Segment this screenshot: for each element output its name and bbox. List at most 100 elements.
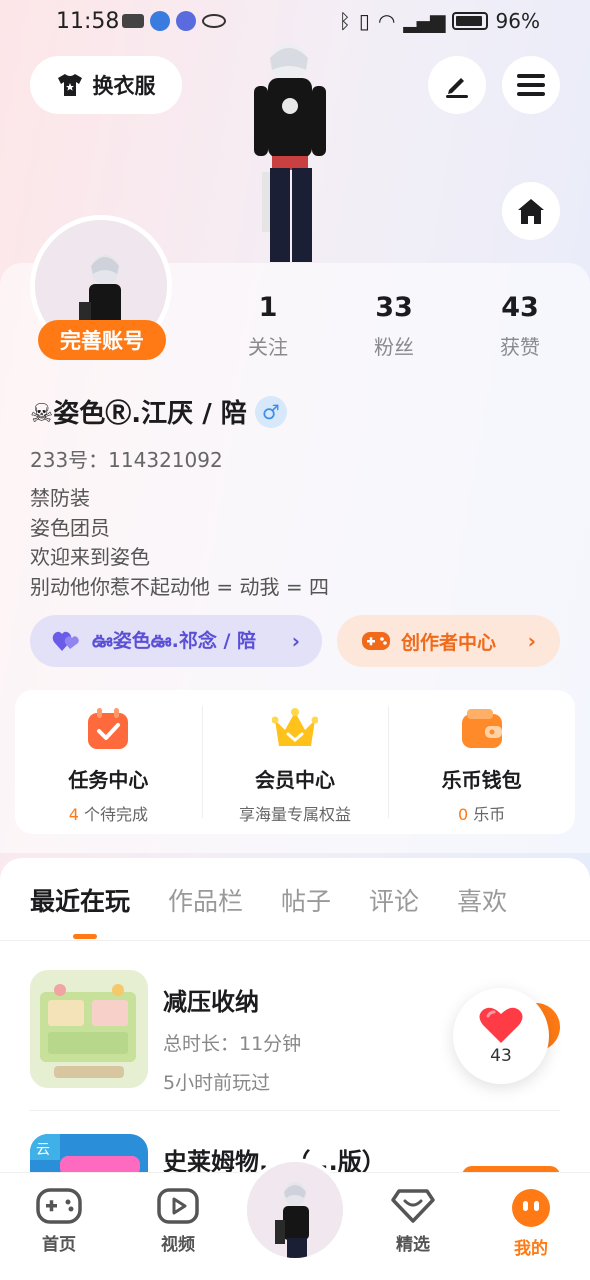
user-id: 233号：114321092 (30, 448, 223, 472)
stat-following[interactable]: 1 关注 (218, 292, 318, 360)
nav-avatar[interactable] (243, 1158, 347, 1262)
hamburger-icon (517, 74, 545, 96)
game-thumbnail (30, 970, 148, 1088)
edit-button[interactable] (428, 56, 486, 114)
vibrate-icon: ▯ (358, 9, 370, 33)
tab-likes[interactable]: 喜欢 (457, 882, 507, 918)
change-outfit-label: 换衣服 (92, 74, 156, 98)
task-center-sub: 4 个待完成 (69, 801, 148, 825)
coin-wallet-title: 乐币钱包 (441, 768, 522, 792)
divider (30, 1110, 560, 1111)
game-info: 减压收纳 总时长：11分钟 5小时前玩过 (163, 982, 301, 1095)
wallet-icon (461, 709, 502, 748)
music-icon (176, 11, 196, 31)
vip-text: 享海量专属权益 (239, 805, 352, 824)
wifi-icon: ◠ (377, 9, 396, 33)
chevron-right-icon: › (527, 629, 536, 653)
task-pending-count: 4 (68, 805, 79, 824)
creator-center-label: 创作者中心 (401, 631, 497, 654)
game-duration: 总时长：11分钟 (163, 1033, 302, 1055)
nav-featured-label: 精选 (396, 1235, 430, 1255)
male-icon: ♂ (254, 395, 287, 428)
task-center-title: 任务中心 (68, 768, 149, 792)
pen-icon (446, 78, 468, 98)
video-icon (122, 14, 144, 28)
svg-text:云: 云 (36, 1142, 50, 1158)
game-thumbnail: 云 (30, 1134, 148, 1174)
creator-center-chip[interactable]: 创作者中心 › (337, 615, 560, 667)
feature-panel: 任务中心 4 个待完成 会员中心 享海量专属权益 乐币钱包 0 乐币 (15, 690, 575, 834)
game-thumbnail-image: 云 (30, 1134, 148, 1174)
tab-posts[interactable]: 帖子 (281, 882, 331, 918)
bio: 禁防装 姿色团员 欢迎来到姿色 别动他你惹不起动他 = 动我 = 四 (30, 484, 329, 602)
nav-home[interactable]: 首页 (19, 1188, 99, 1255)
nav-me-label: 我的 (514, 1239, 548, 1259)
complete-account-badge[interactable]: 完善账号 (38, 320, 166, 360)
game-last-played: 5小时前玩过 (163, 1072, 271, 1094)
nickname-text: ☠姿色Ⓡ.江厌 / 陪 (30, 399, 247, 429)
vip-center-sub: 享海量专属权益 (239, 801, 351, 825)
stat-followers-value: 33 (375, 292, 413, 323)
nav-video[interactable]: 视频 (138, 1188, 218, 1255)
like-count: 43 (490, 1046, 512, 1066)
bio-line: 别动他你惹不起动他 = 动我 = 四 (30, 574, 329, 599)
battery-icon (451, 12, 488, 30)
tshirt-icon (57, 74, 82, 96)
coin-wallet[interactable]: 乐币钱包 0 乐币 (388, 690, 575, 834)
eye-icon (202, 14, 226, 28)
status-right: ᛒ ▯ ◠ ▂▄▆ 96% (339, 9, 540, 33)
face-icon (512, 1189, 550, 1227)
gamepad-icon (362, 632, 390, 650)
menu-button[interactable] (502, 56, 560, 114)
stat-followers[interactable]: 33 粉丝 (344, 292, 444, 360)
stat-likes[interactable]: 43 获赞 (470, 292, 570, 360)
bio-line: 欢迎来到姿色 (30, 545, 150, 569)
tab-works[interactable]: 作品栏 (168, 882, 243, 918)
task-pending-text: 个待完成 (78, 805, 148, 824)
play-icon (157, 1188, 199, 1224)
gamepad-icon (36, 1188, 82, 1224)
coin-unit: 乐币 (468, 805, 506, 824)
guild-chip[interactable]: ఊ姿色ఊ.祁念 / 陪 › (30, 615, 322, 667)
game-title: 减压收纳 (163, 988, 259, 1016)
avatar-image (247, 1162, 343, 1258)
stat-following-label: 关注 (248, 335, 288, 359)
bluetooth-icon: ᛒ (338, 9, 351, 33)
bio-line: 姿色团员 (30, 515, 110, 540)
nav-me[interactable]: 我的 (491, 1188, 571, 1259)
calendar-check-icon (88, 708, 129, 749)
chevron-right-icon: › (291, 629, 300, 653)
tab-comments[interactable]: 评论 (369, 882, 419, 918)
home-button[interactable] (502, 182, 560, 240)
app-icon (150, 11, 170, 31)
tab-recently-played[interactable]: 最近在玩 (30, 882, 130, 918)
stat-likes-value: 43 (501, 292, 539, 323)
status-bar: 11:58 ᛒ ▯ ◠ ▂▄▆ 96% (0, 0, 590, 44)
nav-video-label: 视频 (161, 1235, 195, 1255)
bio-line: 禁防装 (30, 486, 90, 510)
tab-active-indicator (73, 934, 97, 939)
nav-featured[interactable]: 精选 (373, 1188, 453, 1255)
guild-label: ఊ姿色ఊ.祁念 / 陪 (92, 629, 256, 652)
task-center[interactable]: 任务中心 4 个待完成 (15, 690, 202, 834)
stat-likes-label: 获赞 (500, 335, 540, 359)
vip-center-title: 会员中心 (255, 768, 335, 792)
house-icon (518, 199, 544, 224)
profile-tabs: 最近在玩 作品栏 帖子 评论 喜欢 (30, 882, 507, 918)
stat-followers-label: 粉丝 (374, 335, 414, 359)
crown-icon (272, 708, 318, 746)
stat-following-value: 1 (258, 292, 278, 323)
status-time: 11:58 (56, 9, 120, 34)
battery-percent: 96% (495, 9, 540, 33)
signal-icon: ▂▄▆ (403, 9, 445, 33)
vip-center[interactable]: 会员中心 享海量专属权益 (201, 690, 389, 834)
status-notification-icons (122, 11, 226, 31)
game-thumbnail-image (30, 970, 148, 1088)
nav-home-label: 首页 (42, 1235, 76, 1255)
change-outfit-button[interactable]: 换衣服 (30, 56, 182, 114)
avatar-figure[interactable] (232, 44, 342, 264)
like-floating-button[interactable]: 43 (453, 988, 549, 1084)
double-heart-icon (52, 631, 79, 651)
nickname: ☠姿色Ⓡ.江厌 / 陪 ♂ (30, 393, 287, 430)
coin-wallet-sub: 0 乐币 (458, 801, 505, 825)
